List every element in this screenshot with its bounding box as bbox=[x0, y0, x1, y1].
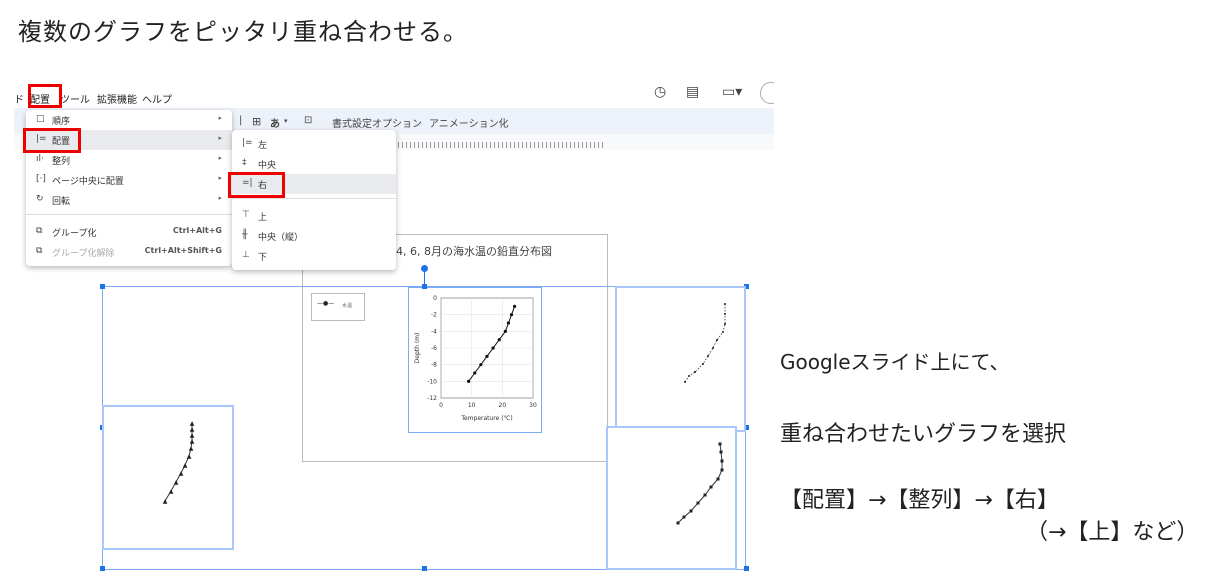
page-heading: 複数のグラフをピッタリ重ね合わせる。 bbox=[18, 18, 468, 46]
toolbar-separator: | bbox=[239, 115, 243, 126]
svg-text:▲: ▲ bbox=[179, 470, 184, 477]
menu-shortcut: Ctrl+Alt+G bbox=[172, 226, 222, 235]
rotate-handle[interactable] bbox=[421, 265, 428, 272]
caption-line-4: （→【上】など） bbox=[1026, 520, 1199, 545]
format-options-button[interactable]: 書式設定オプション bbox=[332, 115, 422, 130]
align-left-icon: |= bbox=[242, 138, 253, 148]
menu-item-label: 順序 bbox=[52, 117, 71, 127]
resize-handle[interactable] bbox=[422, 566, 427, 571]
ruler bbox=[394, 142, 606, 148]
avatar[interactable] bbox=[760, 82, 774, 104]
menu-divider bbox=[232, 198, 396, 199]
comments-icon[interactable]: ▤ bbox=[686, 84, 699, 100]
rotate-icon: ↻ bbox=[36, 194, 44, 204]
align-bottom-icon: ⊥ bbox=[242, 250, 250, 260]
submenu-arrow-icon: ▸ bbox=[218, 154, 222, 162]
ungroup-icon: ⧉ bbox=[36, 246, 43, 256]
menu-item-group[interactable]: ⧉ グループ化 Ctrl+Alt+G bbox=[26, 222, 232, 242]
align-center-icon: ‡ bbox=[242, 158, 247, 168]
menu-item-label: グループ化解除 bbox=[52, 249, 115, 259]
caption-line-3: 【配置】→【整列】→【右】 bbox=[780, 488, 1059, 513]
profile-plot-bottom-right bbox=[676, 442, 724, 525]
menu-item-label: 中央 bbox=[258, 161, 277, 171]
menu-item-partial[interactable]: ド bbox=[14, 91, 24, 106]
center-on-page-icon: [·] bbox=[36, 174, 46, 184]
menu-item-tools[interactable]: ツール bbox=[60, 91, 90, 106]
distribute-icon: ıl· bbox=[36, 154, 44, 164]
resize-handle[interactable] bbox=[100, 284, 105, 289]
caption-line-2: 重ね合わせたいグラフを選択 bbox=[780, 422, 1067, 447]
menu-item-ungroup: ⧉ グループ化解除 Ctrl+Alt+Shift+G bbox=[26, 242, 232, 262]
menu-item-help[interactable]: ヘルプ bbox=[142, 91, 172, 106]
slide-title: る2, 4, 6, 8月の海水温の鉛直分布図 bbox=[371, 245, 552, 258]
svg-text:▲: ▲ bbox=[174, 479, 179, 486]
submenu-arrow-icon: ▸ bbox=[218, 134, 222, 142]
slides-screenshot: ド 配置 ツール 拡張機能 ヘルプ ◷ ▤ ▭▾ | ⊞ あ ▾ ⊡ 書式設定オ… bbox=[14, 82, 774, 582]
resize-handle[interactable] bbox=[100, 566, 105, 571]
resize-handle[interactable] bbox=[744, 566, 749, 571]
menu-item-extensions[interactable]: 拡張機能 bbox=[97, 91, 137, 106]
menu-item-label: 回転 bbox=[52, 197, 71, 207]
menu-shortcut: Ctrl+Alt+Shift+G bbox=[144, 246, 222, 255]
menu-item-label: ページ中央に配置 bbox=[52, 177, 124, 187]
chevron-down-icon[interactable]: ▾ bbox=[284, 117, 288, 125]
order-icon: □ bbox=[36, 114, 45, 124]
submenu-arrow-icon: ▸ bbox=[218, 194, 222, 202]
align-middle-item[interactable]: ╫ 中央（縦） bbox=[232, 226, 396, 246]
align-center-item[interactable]: ‡ 中央 bbox=[232, 154, 396, 174]
profile-plot-left: ▲▲▲▲ ▲▲▲▲ ▲▲▲ bbox=[163, 420, 195, 505]
submenu-arrow-icon: ▸ bbox=[218, 114, 222, 122]
menu-item-label: 中央（縦） bbox=[258, 233, 304, 243]
svg-text:▲: ▲ bbox=[187, 453, 192, 460]
text-style-icon[interactable]: あ bbox=[270, 115, 280, 130]
align-bottom-item[interactable]: ⊥ 下 bbox=[232, 246, 396, 266]
menu-item-label: 上 bbox=[258, 213, 268, 223]
selected-chart-bottom-right[interactable] bbox=[606, 426, 737, 570]
align-left-item[interactable]: |= 左 bbox=[232, 134, 396, 154]
menu-bar: ド 配置 ツール 拡張機能 ヘルプ ◷ ▤ ▭▾ bbox=[14, 82, 774, 108]
svg-text:▲: ▲ bbox=[163, 498, 168, 505]
highlight-align-item bbox=[23, 128, 81, 153]
group-icon: ⧉ bbox=[36, 226, 43, 236]
align-top-icon: ⊤ bbox=[242, 210, 250, 220]
animate-button[interactable]: アニメーション化 bbox=[429, 115, 509, 130]
menu-item-label: グループ化 bbox=[52, 229, 97, 239]
align-middle-icon: ╫ bbox=[242, 230, 248, 240]
highlight-arrange-menu bbox=[28, 84, 62, 108]
replace-image-icon[interactable]: ⊡ bbox=[304, 115, 312, 126]
align-submenu: |= 左 ‡ 中央 =| 右 ⊤ 上 ╫ 中央（縦） ⊥ 下 bbox=[232, 130, 396, 270]
menu-divider bbox=[26, 214, 232, 215]
menu-item-label: 整列 bbox=[52, 157, 71, 167]
menu-item-distribute[interactable]: ıl· 整列 ▸ bbox=[26, 150, 232, 170]
menu-item-label: 左 bbox=[258, 141, 268, 151]
align-top-item[interactable]: ⊤ 上 bbox=[232, 206, 396, 226]
highlight-align-right bbox=[228, 172, 285, 198]
svg-text:▲: ▲ bbox=[189, 445, 194, 452]
history-icon[interactable]: ◷ bbox=[654, 84, 666, 100]
menu-item-label: 下 bbox=[258, 253, 268, 263]
caption-line-1: Googleスライド上にて、 bbox=[780, 350, 1010, 374]
menu-item-rotate[interactable]: ↻ 回転 ▸ bbox=[26, 190, 232, 210]
profile-plot-top-right bbox=[684, 303, 726, 383]
svg-text:▲: ▲ bbox=[190, 438, 195, 445]
svg-text:▲: ▲ bbox=[169, 488, 174, 495]
present-icon[interactable]: ▭▾ bbox=[722, 84, 742, 100]
insert-icon[interactable]: ⊞ bbox=[252, 115, 261, 128]
svg-text:▲: ▲ bbox=[183, 462, 188, 469]
submenu-arrow-icon: ▸ bbox=[218, 174, 222, 182]
selected-chart-top-right[interactable] bbox=[615, 286, 746, 432]
selected-chart-left[interactable]: ▲ ▲ ▲ ▲ ▲ ▲ ▲ ▲ ▲ ▲ ▲ bbox=[102, 405, 234, 550]
menu-item-center-on-page[interactable]: [·] ページ中央に配置 ▸ bbox=[26, 170, 232, 190]
menu-item-order[interactable]: □ 順序 ▸ bbox=[26, 110, 232, 130]
